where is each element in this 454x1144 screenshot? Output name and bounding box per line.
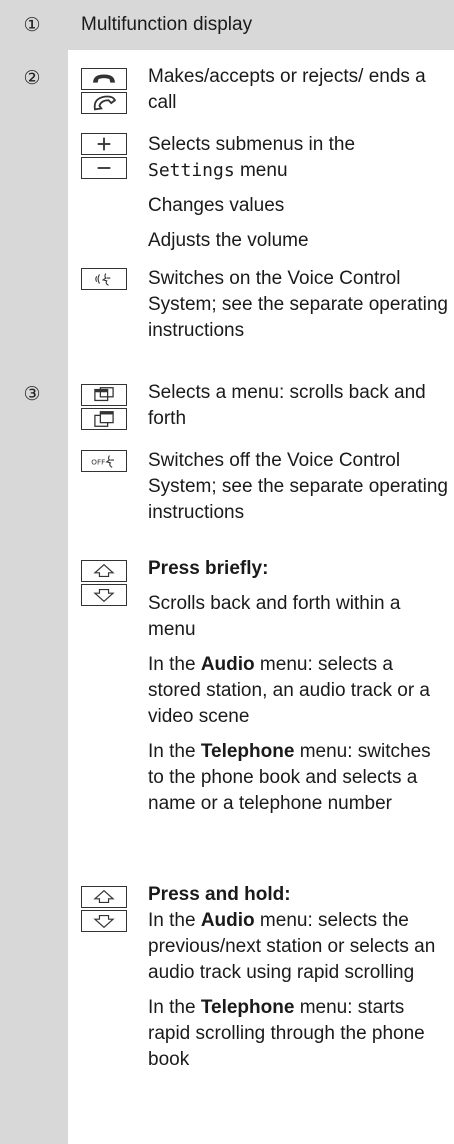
arrow-down-icon — [81, 910, 127, 932]
arrow-up-icon — [81, 886, 127, 908]
row-multifunction-display: ① Multifunction display — [0, 0, 454, 50]
plusminus-line-2: Changes values — [148, 195, 285, 216]
voice-off-description: Switches off the Voice Control System; s… — [148, 448, 448, 526]
steering-wheel-buttons-table: ① Multifunction display ② Makes/accepts … — [0, 0, 454, 1144]
press-briefly-p1: Scrolls back and forth within a menu — [148, 593, 401, 640]
menu-scroll-description: Selects a menu: scrolls back and forth — [148, 380, 448, 432]
arrow-down-icon — [81, 584, 127, 606]
page-back-icon — [81, 384, 127, 406]
voice-on-description: Switches on the Voice Control System; se… — [148, 266, 448, 344]
plus-icon — [81, 133, 127, 155]
text-span: In the — [148, 741, 201, 762]
voice-off-text: Switches off the Voice Control System; s… — [148, 450, 448, 523]
press-briefly-heading: Press briefly: — [148, 558, 269, 579]
menu-word: menu — [234, 160, 288, 181]
telephone-menu-name: Telephone — [200, 997, 295, 1018]
arrow-up-icon — [81, 560, 127, 582]
phone-hangup-icon — [81, 68, 127, 90]
row-separator — [68, 365, 454, 367]
press-hold-p1: In the Audio menu: selects the previous/… — [148, 908, 448, 986]
settings-menu-word: Settings — [148, 160, 235, 181]
menu-scroll-text: Selects a menu: scrolls back and forth — [148, 382, 426, 429]
minus-icon — [81, 157, 127, 179]
row-number-2: ② — [23, 67, 41, 89]
phone-accept-icon — [81, 92, 127, 114]
telephone-menu-name: Telephone — [200, 741, 295, 762]
press-hold-description: Press and hold: In the Audio menu: selec… — [148, 882, 448, 1073]
page-forward-icon — [81, 408, 127, 430]
text-span: In the — [148, 997, 201, 1018]
plusminus-line-1: Selects submenus in the — [148, 134, 356, 155]
audio-menu-name: Audio — [200, 910, 255, 931]
voice-on-icon — [81, 268, 127, 290]
press-briefly-description: Press briefly: Scrolls back and forth wi… — [148, 556, 448, 817]
press-hold-heading: Press and hold: — [148, 884, 291, 905]
voice-off-icon: OFF — [81, 450, 127, 472]
voice-off-icon-label: OFF — [91, 458, 105, 467]
row-separator — [68, 50, 454, 52]
row-number-3: ③ — [23, 383, 41, 405]
plusminus-description: Selects submenus in the Settings menu Ch… — [148, 132, 448, 254]
row-separator — [68, 541, 454, 543]
press-briefly-p3: In the Telephone menu: switches to the p… — [148, 739, 448, 817]
number-column — [0, 0, 68, 1144]
plusminus-settings-line: Settings menu — [148, 158, 448, 184]
row-number-1: ① — [23, 14, 41, 36]
row-separator — [68, 867, 454, 869]
call-text: Makes/accepts or rejects/ ends a call — [148, 66, 426, 113]
press-briefly-p2: In the Audio menu: selects a stored stat… — [148, 652, 448, 730]
audio-menu-name: Audio — [200, 654, 255, 675]
text-span: In the — [148, 910, 201, 931]
call-description: Makes/accepts or rejects/ ends a call — [148, 64, 448, 116]
text-span: In the — [148, 654, 201, 675]
voice-on-text: Switches on the Voice Control System; se… — [148, 268, 448, 341]
multifunction-display-label: Multifunction display — [81, 14, 253, 35]
plusminus-line-3: Adjusts the volume — [148, 230, 309, 251]
press-hold-p2: In the Telephone menu: starts rapid scro… — [148, 995, 448, 1073]
